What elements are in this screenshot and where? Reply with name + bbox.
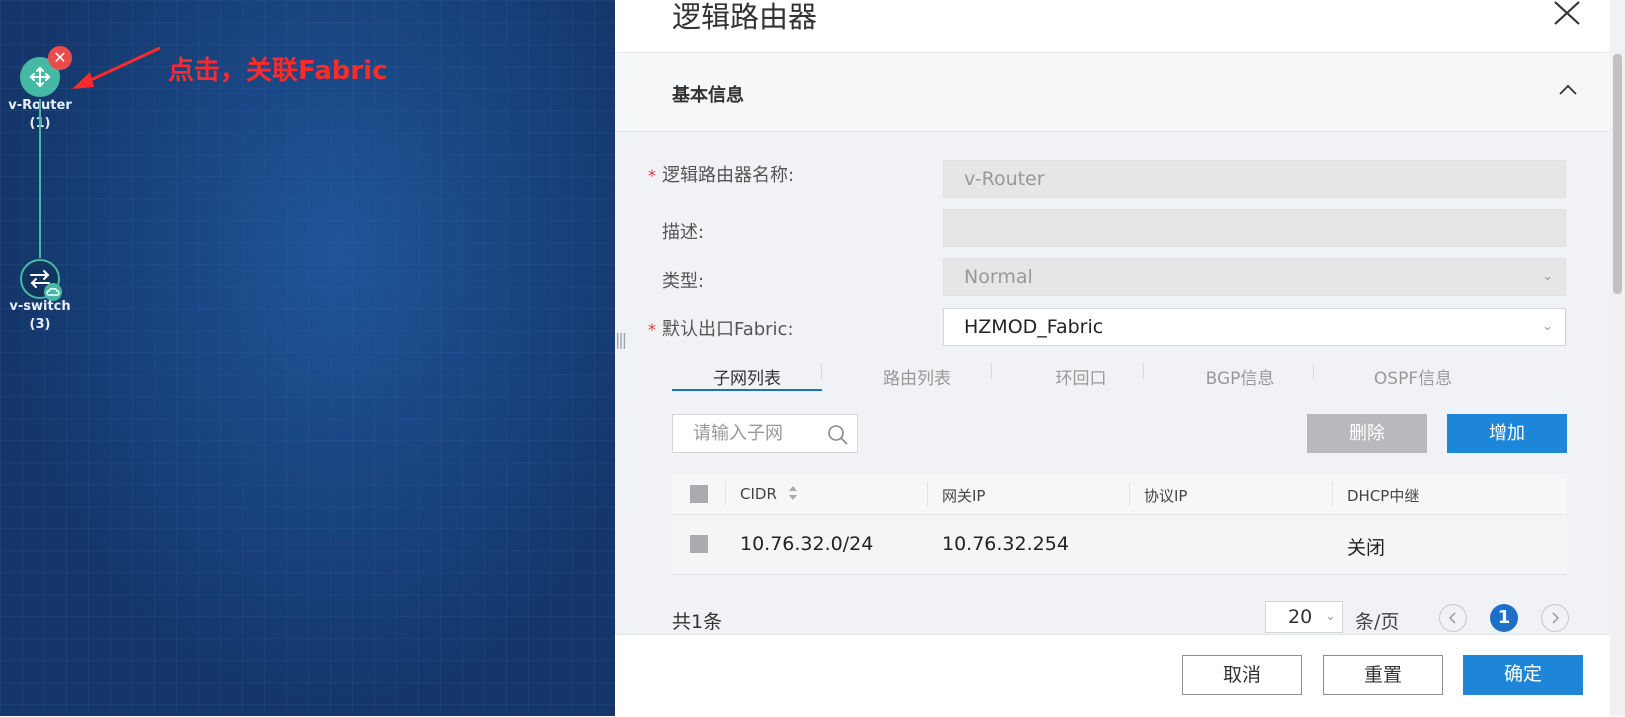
topology-canvas[interactable]: ✕ v-Router (1) v-switch (3) 点击，关联Fabric	[0, 0, 615, 716]
dialog-title: 逻辑路由器	[672, 0, 818, 34]
section-title: 基本信息	[672, 85, 744, 106]
active-tab-indicator	[672, 389, 822, 391]
section-header[interactable]: 基本信息	[615, 53, 1610, 132]
fabric-label: 默认出口Fabric:	[662, 319, 794, 340]
fabric-select[interactable]: HZMOD_Fabric ⌄	[943, 308, 1566, 346]
logical-router-dialog: 逻辑路由器 基本信息 * 逻辑路由器名称: v-Router 描述: 类型: N…	[615, 0, 1625, 717]
prev-page-button[interactable]	[1439, 604, 1467, 632]
scrollbar[interactable]	[1610, 52, 1625, 716]
type-label: 类型:	[662, 271, 705, 292]
column-header-gateway-ip: 网关IP	[942, 487, 986, 505]
fabric-value: HZMOD_Fabric	[964, 316, 1104, 338]
name-label: 逻辑路由器名称:	[662, 165, 795, 186]
search-icon[interactable]	[827, 424, 849, 446]
name-field[interactable]: v-Router	[943, 160, 1566, 198]
chevron-down-icon: ⌄	[1325, 609, 1336, 624]
annotation-text: 点击，关联Fabric	[168, 56, 388, 86]
tab-bgp[interactable]: BGP信息	[1165, 364, 1315, 389]
column-divider	[1129, 482, 1130, 506]
search-placeholder: 请输入子网	[693, 423, 783, 444]
cell-dhcp: 关闭	[1347, 537, 1386, 559]
table-row[interactable]: 10.76.32.0/24 10.76.32.254 关闭	[672, 515, 1567, 575]
table-header: CIDR 网关IP 协议IP DHCP中继	[672, 474, 1567, 515]
required-mark: *	[648, 166, 656, 185]
scrollbar-thumb[interactable]	[1613, 54, 1622, 294]
tab-divider	[1313, 363, 1314, 379]
column-header-protocol-ip: 协议IP	[1144, 487, 1188, 505]
row-checkbox[interactable]	[690, 535, 708, 553]
description-label: 描述:	[662, 222, 705, 243]
tab-loopback[interactable]: 环回口	[1006, 364, 1156, 389]
dialog-footer: 取消 重置 确定	[615, 634, 1610, 717]
cell-gateway-ip: 10.76.32.254	[942, 533, 1069, 555]
remove-node-icon[interactable]: ✕	[48, 46, 72, 70]
switch-count: (3)	[29, 317, 51, 332]
column-divider	[725, 482, 726, 506]
switch-label: v-switch	[9, 299, 71, 314]
add-button[interactable]: 增加	[1447, 414, 1567, 453]
confirm-button[interactable]: 确定	[1463, 655, 1583, 695]
chevron-up-icon[interactable]	[1558, 83, 1578, 97]
type-select[interactable]: Normal ⌄	[943, 258, 1566, 296]
tab-subnet-list[interactable]: 子网列表	[672, 364, 822, 389]
annotation-arrow-icon	[72, 46, 161, 89]
topology-link	[39, 99, 41, 258]
column-header-dhcp: DHCP中继	[1347, 487, 1420, 505]
subnet-search-input[interactable]: 请输入子网	[672, 414, 858, 453]
dialog-header: 逻辑路由器	[615, 0, 1610, 53]
tab-ospf[interactable]: OSPF信息	[1338, 364, 1488, 389]
column-divider	[1332, 482, 1333, 506]
per-page-label: 条/页	[1355, 611, 1400, 633]
page-size-value: 20	[1288, 606, 1313, 628]
chevron-down-icon: ⌄	[1542, 269, 1553, 284]
total-count: 共1条	[672, 611, 723, 633]
cell-cidr: 10.76.32.0/24	[740, 533, 874, 555]
column-divider	[927, 482, 928, 506]
chevron-left-icon	[1448, 612, 1456, 624]
next-page-button[interactable]	[1541, 604, 1569, 632]
select-all-checkbox[interactable]	[690, 485, 708, 503]
delete-button[interactable]: 删除	[1307, 414, 1427, 453]
required-mark: *	[648, 320, 656, 339]
column-header-cidr[interactable]: CIDR	[740, 485, 777, 503]
reset-button[interactable]: 重置	[1323, 655, 1443, 695]
tab-divider	[1143, 363, 1144, 379]
sort-icon[interactable]	[788, 484, 798, 502]
type-value: Normal	[964, 266, 1033, 288]
description-field[interactable]	[943, 209, 1566, 247]
chevron-down-icon: ⌄	[1542, 319, 1553, 334]
page-number-current[interactable]: 1	[1490, 604, 1518, 632]
tab-divider	[821, 363, 822, 379]
page-size-select[interactable]: 20 ⌄	[1265, 601, 1343, 633]
tab-route-list[interactable]: 路由列表	[842, 364, 992, 389]
cancel-button[interactable]: 取消	[1182, 655, 1302, 695]
tab-divider	[991, 363, 992, 379]
close-icon[interactable]	[1550, 0, 1584, 30]
panel-splitter-handle[interactable]: |||	[615, 330, 627, 349]
chevron-right-icon	[1552, 612, 1560, 624]
